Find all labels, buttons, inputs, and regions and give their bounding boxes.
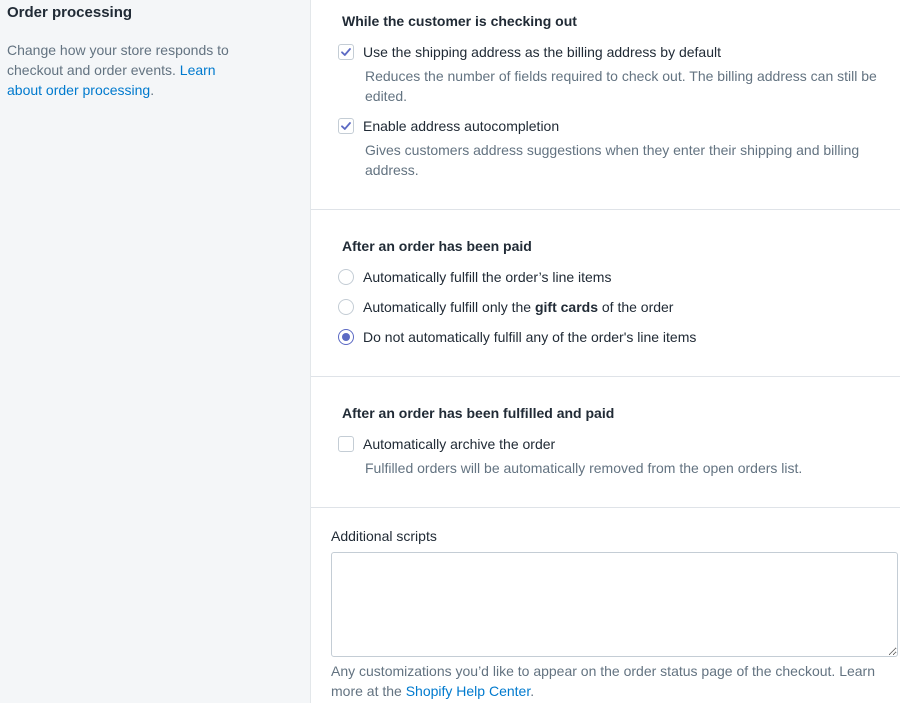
fulfill-all-label: Automatically fulfill the order’s line i… bbox=[363, 269, 612, 285]
additional-scripts-label: Additional scripts bbox=[331, 528, 437, 544]
billing-same-as-shipping-label: Use the shipping address as the billing … bbox=[363, 44, 721, 60]
billing-same-as-shipping-help: Reduces the number of fields required to… bbox=[365, 68, 877, 104]
fulfill-gift-cards-radio[interactable] bbox=[338, 299, 354, 315]
checkout-heading: While the customer is checking out bbox=[342, 13, 577, 29]
description-period: . bbox=[150, 82, 155, 98]
settings-aside: Order processing Change how your store r… bbox=[0, 0, 310, 703]
fulfilled-heading: After an order has been fulfilled and pa… bbox=[342, 405, 615, 421]
address-autocompletion-help: Gives customers address suggestions when… bbox=[365, 142, 860, 178]
fulfill-all-radio[interactable] bbox=[338, 269, 354, 285]
settings-card: While the customer is checking out Use t… bbox=[310, 0, 900, 703]
address-autocompletion-checkbox[interactable] bbox=[338, 118, 354, 134]
billing-same-as-shipping-option[interactable]: Use the shipping address as the billing … bbox=[338, 42, 721, 62]
address-autocompletion-option[interactable]: Enable address autocompletion bbox=[338, 116, 559, 136]
auto-archive-option[interactable]: Automatically archive the order bbox=[338, 434, 555, 454]
fulfill-gift-cards-label-pre: Automatically fulfill only the bbox=[363, 299, 535, 315]
billing-same-as-shipping-checkbox[interactable] bbox=[338, 44, 354, 60]
gift-cards-emphasis: gift cards bbox=[534, 299, 598, 315]
additional-scripts-help-end: . bbox=[530, 683, 535, 699]
fulfill-all-option[interactable]: Automatically fulfill the order’s line i… bbox=[338, 267, 611, 287]
fulfill-gift-cards-option[interactable]: Automatically fulfill only the gift card… bbox=[338, 297, 673, 317]
additional-scripts-textarea[interactable] bbox=[331, 552, 898, 657]
fulfill-gift-cards-label-post: of the order bbox=[597, 299, 674, 315]
no-auto-fulfill-option[interactable]: Do not automatically fulfill any of the … bbox=[338, 327, 696, 347]
section-divider bbox=[311, 507, 900, 508]
address-autocompletion-label: Enable address autocompletion bbox=[363, 118, 560, 134]
section-divider bbox=[311, 209, 900, 210]
additional-scripts-help: Any customizations you’d like to appear … bbox=[331, 661, 891, 701]
radio-selected-dot bbox=[342, 333, 350, 341]
no-auto-fulfill-radio[interactable] bbox=[338, 329, 354, 345]
section-divider bbox=[311, 376, 900, 377]
section-title: Order processing bbox=[7, 4, 133, 21]
checkmark-icon bbox=[341, 48, 351, 56]
shopify-help-center-link[interactable]: Shopify Help Center bbox=[406, 683, 531, 699]
auto-archive-label: Automatically archive the order bbox=[363, 436, 556, 452]
auto-archive-help: Fulfilled orders will be automatically r… bbox=[365, 460, 803, 476]
paid-heading: After an order has been paid bbox=[342, 238, 532, 254]
fulfill-gift-cards-label: Automatically fulfill only the gift card… bbox=[363, 299, 673, 315]
no-auto-fulfill-label: Do not automatically fulfill any of the … bbox=[363, 329, 697, 345]
auto-archive-checkbox[interactable] bbox=[338, 436, 354, 452]
checkmark-icon bbox=[341, 122, 351, 130]
section-description: Change how your store responds to checko… bbox=[7, 40, 247, 100]
